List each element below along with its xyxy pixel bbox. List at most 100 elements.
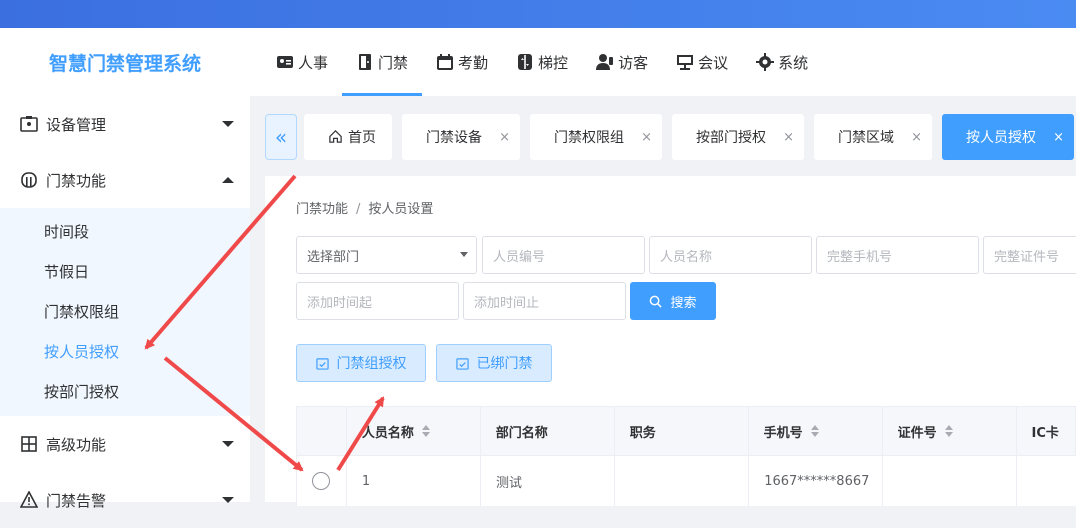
close-icon[interactable]: × [1053,130,1064,145]
nav-item-visitor[interactable]: 访客 [582,28,662,96]
table-header-select [297,407,347,455]
close-icon[interactable]: × [911,130,922,145]
button-label: 已绑门禁 [476,356,533,372]
breadcrumb-item[interactable]: 门禁功能 [296,202,348,217]
row-select-cell [297,456,347,506]
nav-item-elevator[interactable]: 梯控 [502,28,582,96]
main-area: « 首页 门禁设备 × 门禁权限组 × 按部门授权 × 门禁区域 × 按人员授权… [250,96,1076,506]
calendar-check-icon [315,357,329,370]
table-header-person-name[interactable]: 人员名称 [347,407,481,455]
employee-name-input[interactable]: 人员名称 [649,236,812,274]
header-label: 手机号 [763,425,803,441]
table-header-dept-name: 部门名称 [481,407,615,455]
table-row[interactable]: 1 测试 1667******8667 [296,456,1076,506]
button-label: 门禁组授权 [336,356,407,372]
bound-doors-button[interactable]: 已绑门禁 [436,344,552,382]
sidebar: 设备管理 门禁功能 时间段 节假日 门禁权限组 按人员授权 按部门授权 高级功能… [0,96,250,510]
tab-label: 首页 [348,130,376,146]
cell-cert [883,456,1018,506]
elevator-icon [518,54,533,70]
nav-item-hr[interactable]: 人事 [262,28,342,96]
header-label: 人员名称 [361,425,414,441]
nav-item-system[interactable]: 系统 [742,28,822,96]
tab-home[interactable]: 首页 [304,114,392,160]
phone-input[interactable]: 完整手机号 [816,236,979,274]
close-icon[interactable]: × [499,130,510,145]
content-card: 门禁功能 / 按人员设置 选择部门 人员编号 人员名称 完整手机号 完整证件号 添加… [265,176,1076,506]
app-logo-title: 智慧门禁管理系统 [0,28,250,96]
sidebar-item-permission-group[interactable]: 门禁权限组 [0,292,250,332]
sidebar-menu-alarm[interactable]: 门禁告警 [0,472,250,528]
table-header: 人员名称 部门名称 职务 手机号 证件号 IC卡 [296,406,1076,456]
sort-icon[interactable] [421,425,430,437]
table-header-cert[interactable]: 证件号 [883,407,1017,455]
nav-item-meeting[interactable]: 会议 [662,28,742,96]
nav-label: 梯控 [538,53,569,72]
id-card-icon [277,56,293,68]
calendar-icon [437,54,454,70]
sort-icon[interactable] [810,425,819,437]
sort-icon[interactable] [944,425,953,437]
sidebar-menu-device[interactable]: 设备管理 [0,96,250,152]
employee-number-input[interactable]: 人员编号 [482,236,645,274]
sidebar-menu-advanced[interactable]: 高级功能 [0,416,250,472]
search-label: 搜索 [670,295,697,311]
calendar-check-icon [455,357,469,370]
nav-item-attendance[interactable]: 考勤 [422,28,502,96]
dropdown-arrow-icon [460,252,468,257]
collapse-sidebar-button[interactable]: « [265,114,297,160]
close-icon[interactable]: × [783,130,794,145]
tab-label: 门禁设备 [426,130,482,146]
select-value: 选择部门 [307,249,360,265]
tab-access-device[interactable]: 门禁设备 × [402,114,520,160]
sidebar-item-auth-by-dept[interactable]: 按部门授权 [0,372,250,412]
sidebar-menu-label: 高级功能 [46,435,107,454]
sidebar-menu-access-function[interactable]: 门禁功能 [0,152,250,208]
top-nav: 人事 门禁 考勤 梯控 访客 会议 系统 [250,28,1076,96]
header-label: 职务 [629,425,656,441]
tab-label: 门禁权限组 [554,130,624,146]
nav-label: 人事 [298,53,329,72]
group-auth-button[interactable]: 门禁组授权 [296,344,426,382]
cell-person-name: 1 [347,456,481,506]
tab-permission-group[interactable]: 门禁权限组 × [530,114,662,160]
top-gradient-bar [0,0,1076,28]
person-table: 人员名称 部门名称 职务 手机号 证件号 IC卡 1 测试 1667******… [296,406,1076,506]
tab-auth-by-person[interactable]: 按人员授权 × [942,114,1074,160]
chevron-down-icon [222,121,234,127]
sidebar-submenu: 时间段 节假日 门禁权限组 按人员授权 按部门授权 [0,208,250,416]
table-header-phone[interactable]: 手机号 [749,407,883,455]
cell-dept-name: 测试 [481,456,616,506]
nav-label: 系统 [778,53,809,72]
nav-item-access[interactable]: 门禁 [342,28,423,96]
sidebar-menu-label: 门禁告警 [46,491,107,510]
sidebar-item-holiday[interactable]: 节假日 [0,252,250,292]
door-icon [359,54,372,70]
header-label: 证件号 [897,425,937,441]
date-to-input[interactable]: 添加时间止 [463,282,626,320]
department-select[interactable]: 选择部门 [296,236,477,274]
tab-access-area[interactable]: 门禁区域 × [814,114,932,160]
search-button[interactable]: 搜索 [630,282,716,320]
meeting-icon [677,55,694,70]
nav-label: 会议 [698,53,729,72]
date-from-input[interactable]: 添加时间起 [296,282,459,320]
device-icon [20,116,38,132]
sidebar-menu-label: 设备管理 [46,115,107,134]
header-label: 部门名称 [495,425,548,441]
cell-ic-card [1017,456,1076,506]
table-header-ic-card: IC卡 [1017,407,1076,455]
nav-label: 访客 [618,53,649,72]
table-header-title: 职务 [615,407,749,455]
sidebar-item-time-period[interactable]: 时间段 [0,212,250,252]
sidebar-menu-label: 门禁功能 [46,171,107,190]
header-label: IC卡 [1031,425,1059,441]
row-radio[interactable] [312,472,330,490]
chevron-down-icon [222,441,234,447]
nav-label: 考勤 [458,53,489,72]
tab-auth-by-dept[interactable]: 按部门授权 × [672,114,804,160]
sidebar-item-auth-by-person[interactable]: 按人员授权 [0,332,250,372]
alarm-icon [20,491,38,508]
certificate-input[interactable]: 完整证件号 [983,236,1076,274]
close-icon[interactable]: × [641,130,652,145]
